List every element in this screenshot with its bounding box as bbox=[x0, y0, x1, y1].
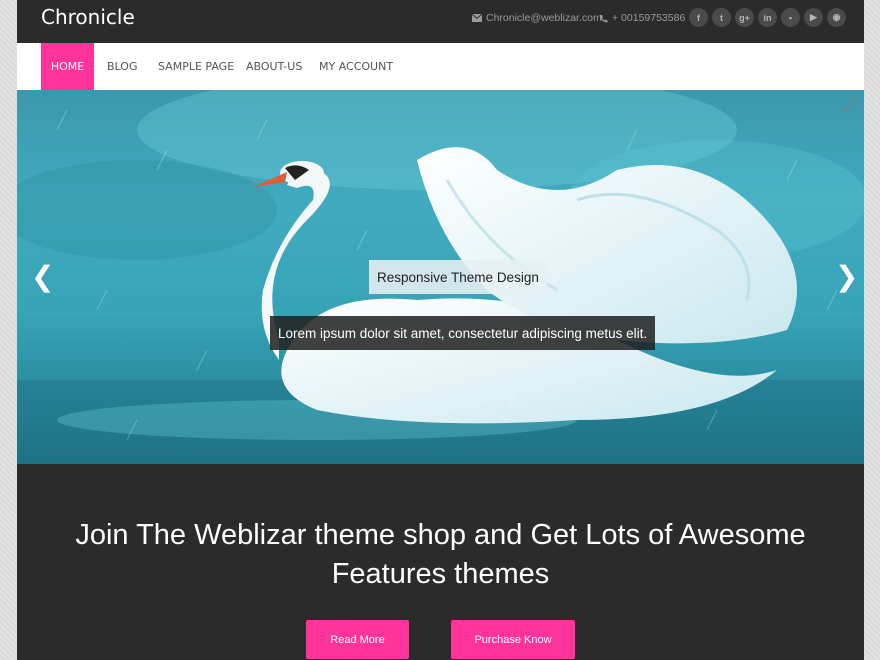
facebook-icon[interactable]: f bbox=[689, 8, 708, 27]
contact-phone[interactable]: + 00159753586 bbox=[599, 12, 685, 24]
promo-title: Join The Weblizar theme shop and Get Lot… bbox=[75, 519, 806, 590]
read-more-button[interactable]: Read More bbox=[306, 620, 409, 659]
purchase-button[interactable]: Purchase Know bbox=[451, 620, 575, 659]
slide-caption-title: Responsive Theme Design bbox=[369, 260, 547, 294]
top-bar: Chronicle Chronicle@weblizar.com + 00159… bbox=[17, 0, 864, 43]
google-plus-icon[interactable]: g+ bbox=[735, 8, 754, 27]
nav-item-my-account[interactable]: MY ACCOUNT bbox=[319, 43, 393, 90]
phone-icon bbox=[600, 14, 608, 22]
promo-section: Join The Weblizar theme shop and Get Lot… bbox=[17, 464, 864, 660]
nav-item-blog[interactable]: BLOG bbox=[107, 43, 137, 90]
contact-email[interactable]: Chronicle@weblizar.com bbox=[472, 12, 602, 24]
site-title[interactable]: Chronicle bbox=[41, 5, 135, 29]
rss-icon[interactable]: ◉ bbox=[827, 8, 846, 27]
nav-item-about-us[interactable]: ABOUT-US bbox=[246, 43, 302, 90]
page-wrapper: Chronicle Chronicle@weblizar.com + 00159… bbox=[17, 0, 864, 660]
fullscreen-icon[interactable] bbox=[843, 98, 857, 112]
twitter-icon[interactable]: t bbox=[712, 8, 731, 27]
envelope-icon bbox=[472, 14, 482, 22]
nav-item-sample-page[interactable]: SAMPLE PAGE bbox=[158, 43, 234, 90]
social-links: f t g+ in ▪ ▶ ◉ bbox=[689, 8, 846, 27]
slide-caption-text: Lorem ipsum dolor sit amet, consectetur … bbox=[270, 316, 656, 350]
hero-slider[interactable]: ❮ ❯ Responsive Theme Design Lorem ipsum … bbox=[17, 90, 864, 464]
contact-email-text: Chronicle@weblizar.com bbox=[486, 12, 602, 24]
nav-item-home[interactable]: HOME bbox=[41, 43, 94, 90]
flickr-icon[interactable]: ▪ bbox=[781, 8, 800, 27]
youtube-icon[interactable]: ▶ bbox=[804, 8, 823, 27]
slider-prev-arrow[interactable]: ❮ bbox=[31, 260, 54, 293]
linkedin-icon[interactable]: in bbox=[758, 8, 777, 27]
slider-next-arrow[interactable]: ❯ bbox=[835, 260, 858, 293]
main-navigation: HOME BLOG SAMPLE PAGE ABOUT-US MY ACCOUN… bbox=[17, 43, 864, 90]
contact-phone-text: + 00159753586 bbox=[612, 12, 686, 24]
